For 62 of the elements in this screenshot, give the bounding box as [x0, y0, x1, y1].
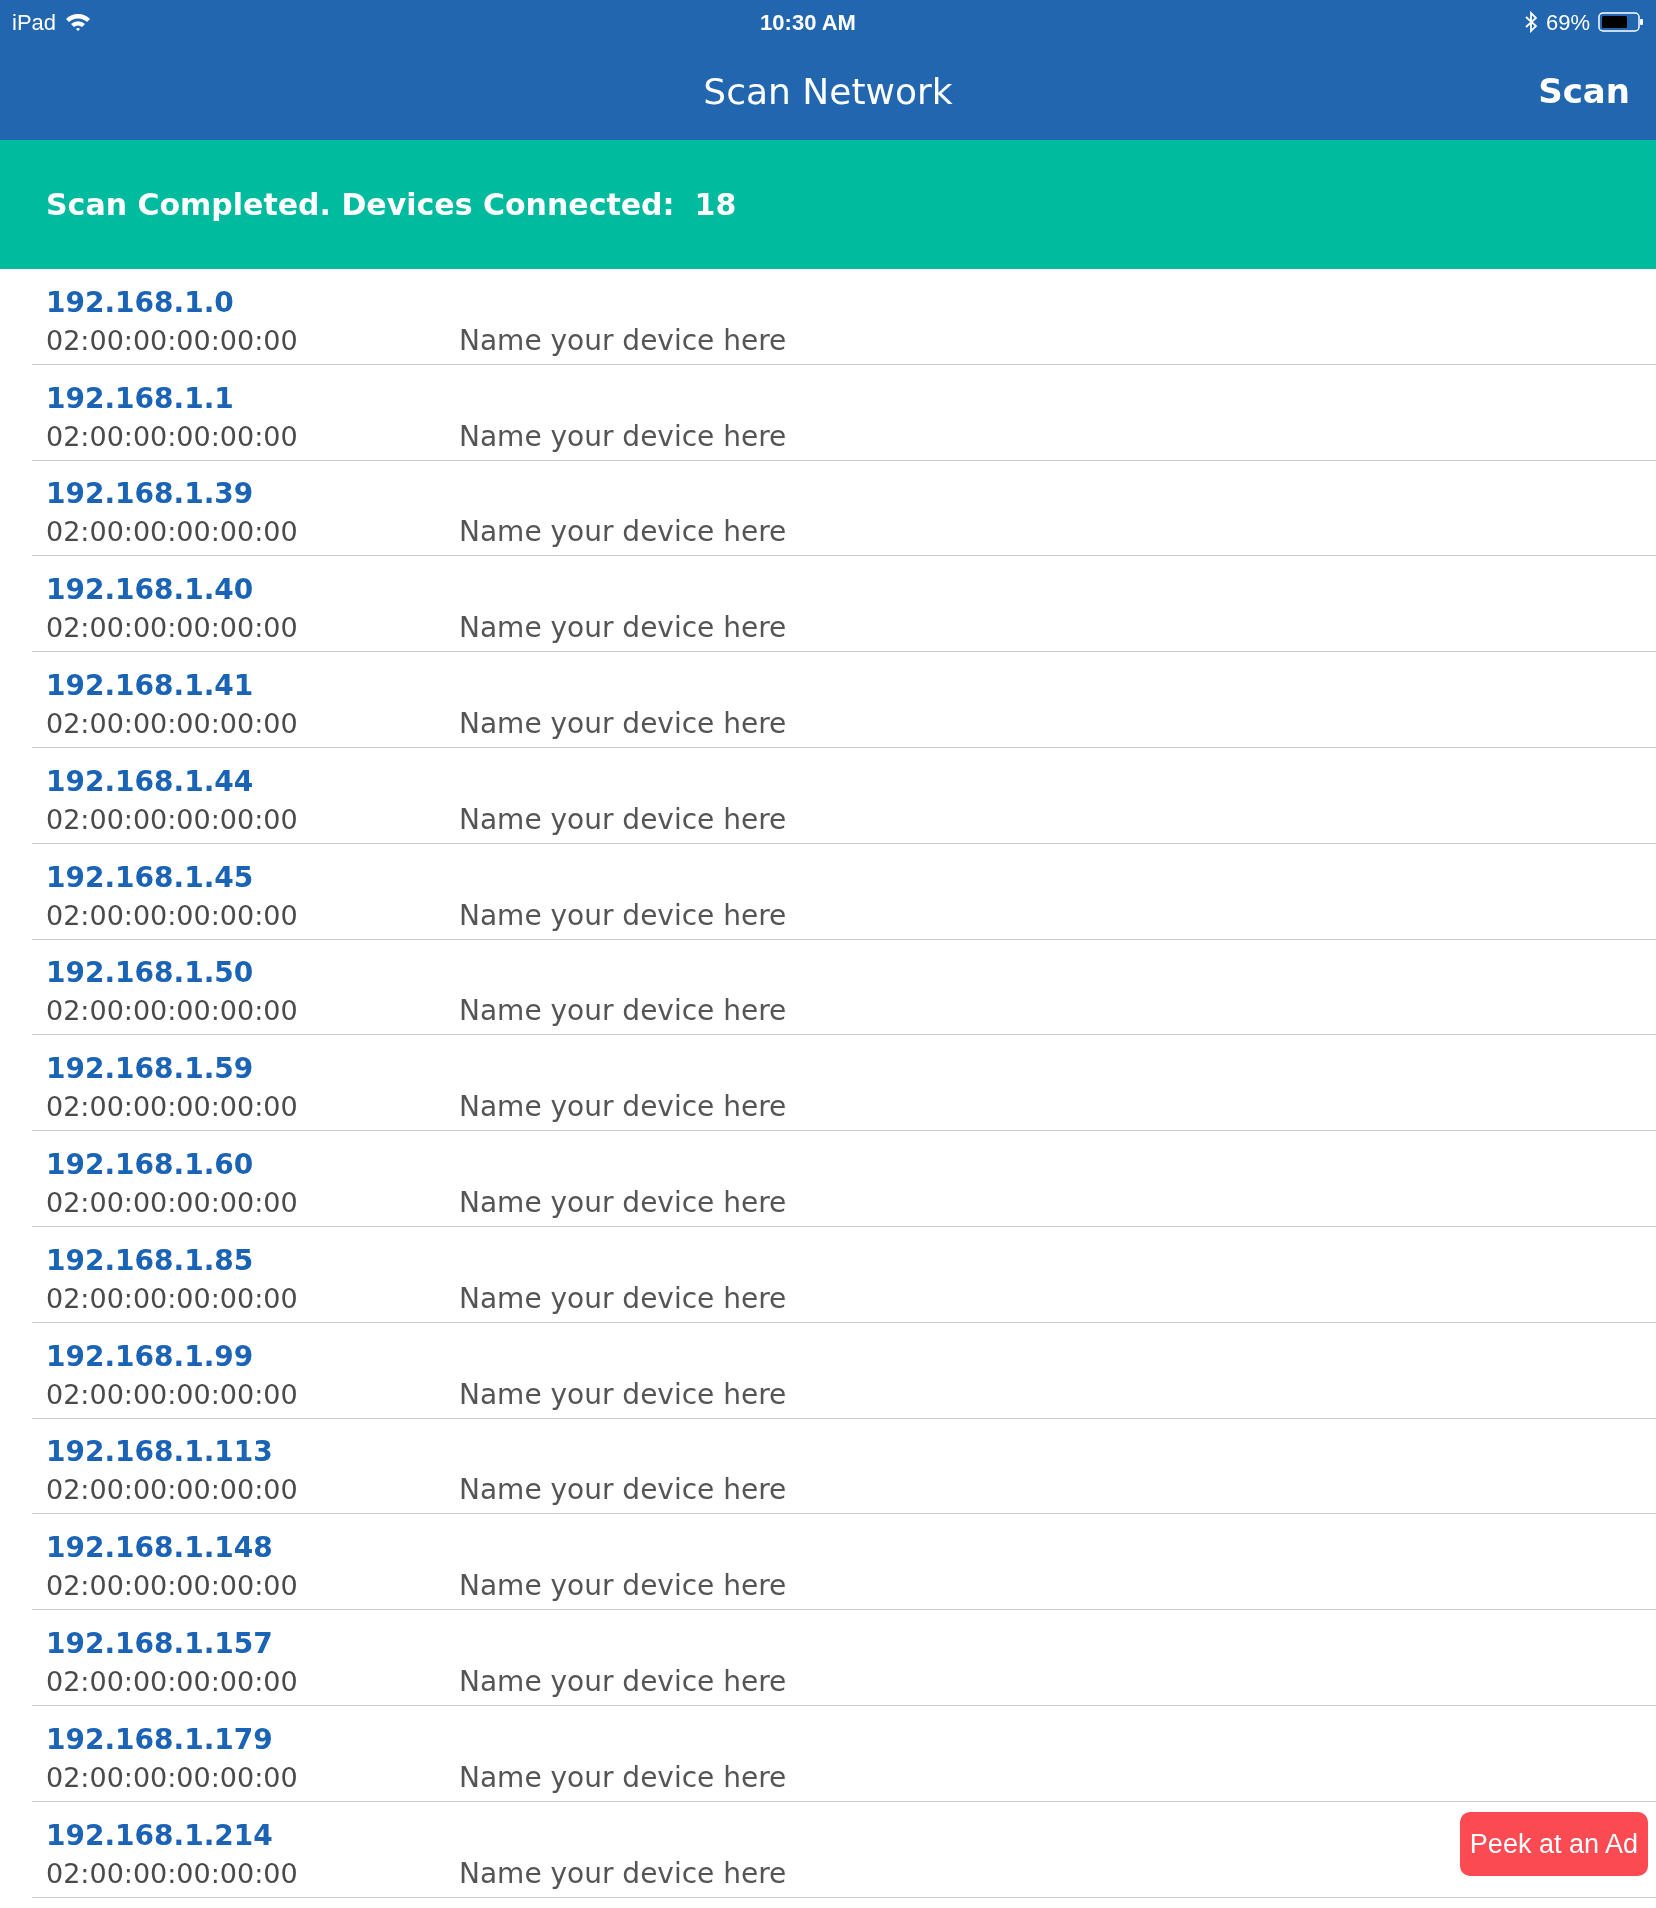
ip-address: 192.168.1.0: [46, 284, 235, 321]
device-name-field[interactable]: Name your device here: [459, 800, 959, 839]
ip-address: 192.168.1.44: [46, 763, 255, 800]
ip-address: 192.168.1.85: [46, 1242, 255, 1279]
mac-address: 02:00:00:00:00:00: [46, 994, 299, 1029]
device-name-field[interactable]: Name your device here: [459, 1662, 959, 1701]
device-name-field[interactable]: Name your device here: [459, 1279, 959, 1318]
mac-address: 02:00:00:00:00:00: [46, 1185, 299, 1220]
device-count: 18: [694, 186, 737, 224]
mac-address: 02:00:00:00:00:00: [46, 323, 299, 358]
ip-address: 192.168.1.60: [46, 1146, 255, 1183]
device-name-field[interactable]: Name your device here: [459, 1183, 959, 1222]
ip-address: 192.168.1.148: [46, 1530, 274, 1567]
ip-address: 192.168.1.1: [46, 380, 235, 417]
device-name: iPad: [12, 8, 57, 37]
ip-address: 192.168.1.157: [46, 1625, 274, 1662]
scan-button[interactable]: Scan: [1538, 66, 1630, 117]
ad-button[interactable]: Peek at an Ad: [1459, 1812, 1648, 1876]
mac-address: 02:00:00:00:00:00: [46, 1569, 299, 1604]
mac-address: 02:00:00:00:00:00: [46, 1090, 299, 1125]
mac-address: 02:00:00:00:00:00: [46, 1760, 299, 1795]
mac-address: 02:00:00:00:00:00: [46, 707, 299, 741]
nav-title: Scan Network: [703, 70, 953, 114]
mac-address: 02:00:00:00:00:00: [46, 419, 299, 454]
device-name-field[interactable]: Name your device here: [459, 321, 959, 360]
device-name-field[interactable]: Name your device here: [459, 417, 959, 456]
device-name-field[interactable]: Name your device here: [459, 609, 959, 648]
device-name-field[interactable]: Name your device here: [459, 1471, 959, 1510]
bluetooth-icon: [1523, 11, 1538, 33]
mac-address: 02:00:00:00:00:00: [46, 802, 299, 837]
device-name-field[interactable]: Name your device here: [459, 1567, 959, 1606]
mac-address: 02:00:00:00:00:00: [46, 1473, 299, 1508]
battery-percentage: 69%: [1545, 8, 1590, 37]
device-name-field[interactable]: Name your device here: [459, 1375, 959, 1414]
banner-message: Scan Completed. Devices Connected:: [46, 186, 675, 224]
ip-address: 192.168.1.45: [46, 859, 255, 896]
battery-icon: [1598, 11, 1644, 33]
ip-address: 192.168.1.50: [46, 955, 255, 992]
mac-address: 02:00:00:00:00:00: [46, 515, 299, 550]
mac-address: 02:00:00:00:00:00: [46, 1281, 299, 1316]
ip-address: 192.168.1.99: [46, 1338, 255, 1375]
ip-address: 192.168.1.40: [46, 572, 255, 609]
device-name-field[interactable]: Name your device here: [459, 705, 959, 743]
mac-address: 02:00:00:00:00:00: [46, 611, 299, 646]
device-name-field[interactable]: Name your device here: [459, 513, 959, 552]
ip-address: 192.168.1.41: [46, 668, 255, 704]
mac-address: 02:00:00:00:00:00: [46, 898, 299, 933]
device-name-field[interactable]: Name your device here: [459, 896, 959, 935]
mac-address: 02:00:00:00:00:00: [46, 1856, 299, 1891]
mac-address: 02:00:00:00:00:00: [46, 1377, 299, 1412]
ip-address: 192.168.1.113: [46, 1434, 274, 1471]
device-name-field[interactable]: Name your device here: [459, 992, 959, 1031]
clock-time: 10:30 AM: [760, 8, 856, 37]
ip-address: 192.168.1.214: [46, 1817, 274, 1854]
ip-address: 192.168.1.179: [46, 1721, 274, 1758]
ip-address: 192.168.1.59: [46, 1051, 255, 1088]
wifi-icon: [64, 12, 93, 32]
device-name-field[interactable]: Name your device here: [459, 1088, 959, 1127]
mac-address: 02:00:00:00:00:00: [46, 1664, 299, 1699]
device-name-field[interactable]: Name your device here: [459, 1758, 959, 1797]
ip-address: 192.168.1.39: [46, 476, 255, 513]
device-name-field[interactable]: Name your device here: [459, 1854, 959, 1893]
